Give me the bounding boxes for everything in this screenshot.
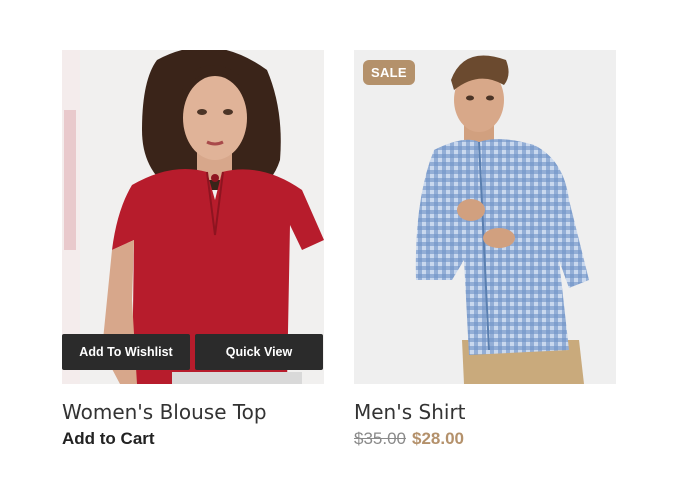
product-image-womens-blouse[interactable]: Add To Wishlist Quick View bbox=[62, 50, 324, 384]
sale-price: $28.00 bbox=[412, 429, 464, 448]
add-to-cart-link[interactable]: Add to Cart bbox=[62, 429, 155, 448]
product-card-womens-blouse[interactable]: Add To Wishlist Quick View Women's Blous… bbox=[62, 50, 324, 450]
product-title[interactable]: Men's Shirt bbox=[354, 399, 616, 425]
sale-badge: SALE bbox=[363, 60, 415, 85]
product-title[interactable]: Women's Blouse Top bbox=[62, 399, 324, 425]
old-price: $35.00 bbox=[354, 429, 406, 448]
quick-view-button[interactable]: Quick View bbox=[195, 334, 323, 370]
product-hover-actions: Add To Wishlist Quick View bbox=[62, 334, 324, 370]
man-blue-gingham-shirt-photo bbox=[354, 50, 616, 384]
product-card-mens-shirt[interactable]: SALE Men's Shirt $35.00 $28.00 bbox=[354, 50, 616, 450]
product-price: $35.00 $28.00 bbox=[354, 428, 616, 450]
add-to-wishlist-button[interactable]: Add To Wishlist bbox=[62, 334, 190, 370]
product-image-mens-shirt[interactable]: SALE bbox=[354, 50, 616, 384]
